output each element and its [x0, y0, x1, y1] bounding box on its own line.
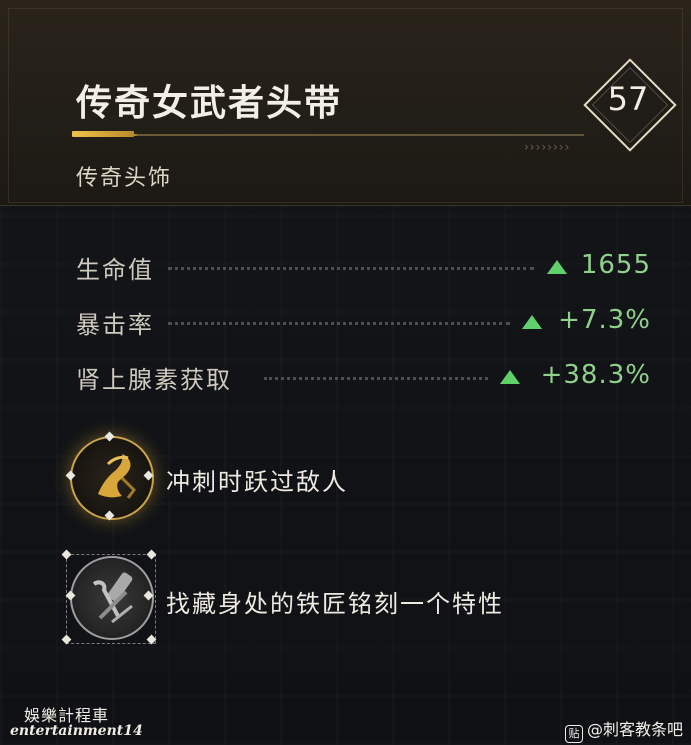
watermark-en: entertainment14: [10, 723, 143, 739]
source-credit: 贴 @刺客教条吧: [564, 716, 683, 743]
item-type: 传奇头饰: [76, 166, 173, 191]
stat-label: 肾上腺素获取: [76, 366, 232, 394]
stat-leader-dots: [264, 377, 488, 380]
stat-row-health: 生命值 1655: [76, 250, 651, 284]
tools-glyph: [92, 572, 133, 624]
item-tooltip-panel: 传奇女武者头带 ›››››››› 传奇头饰 57 生命值 1655 暴击率 +7…: [0, 0, 691, 745]
stat-label: 暴击率: [76, 311, 154, 339]
perk-description: 冲刺时跃过敌人: [166, 468, 348, 496]
increase-arrow-icon: [522, 315, 542, 329]
leap-glyph: [98, 454, 136, 499]
increase-arrow-icon: [547, 260, 567, 274]
chevron-row-icon: ››››››››: [524, 140, 571, 154]
stat-value: +38.3%: [540, 360, 651, 390]
increase-arrow-icon: [500, 370, 520, 384]
perk-row-engraving: 找藏身处的铁匠铭刻一个特性: [61, 549, 664, 645]
rarity-accent-bar: [72, 131, 134, 137]
stat-leader-dots: [168, 267, 534, 270]
stat-row-adrenaline: 肾上腺素获取 +38.3%: [76, 360, 651, 394]
stat-label: 生命值: [76, 256, 154, 284]
perk-description: 找藏身处的铁匠铭刻一个特性: [166, 590, 504, 618]
credit-text: @刺客教条吧: [586, 720, 683, 739]
item-header: 传奇女武者头带 ›››››››› 传奇头饰 57: [0, 0, 691, 206]
item-level: 57: [607, 80, 649, 118]
leap-icon: [70, 436, 154, 520]
stat-row-crit: 暴击率 +7.3%: [76, 305, 651, 339]
item-name: 传奇女武者头带: [76, 83, 343, 124]
title-divider: [72, 134, 584, 136]
perk-row-leap: 冲刺时跃过敌人: [64, 431, 664, 524]
stat-value: +7.3%: [558, 305, 651, 335]
stat-leader-dots: [168, 322, 510, 325]
blacksmith-tools-icon: [70, 556, 154, 640]
tieba-icon: 贴: [564, 725, 583, 743]
stat-value: 1655: [580, 250, 651, 280]
